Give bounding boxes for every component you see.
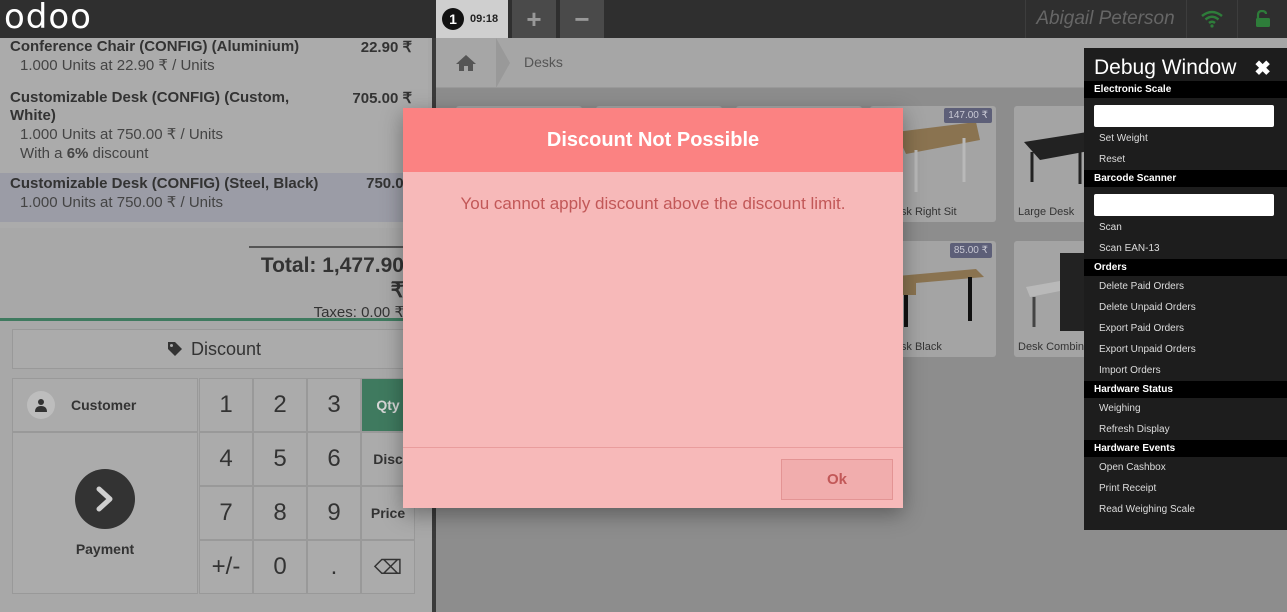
close-icon[interactable]: ✖: [1254, 56, 1271, 81]
discount-prefix: With a: [20, 145, 67, 162]
numpad-key-7[interactable]: 7: [199, 486, 253, 540]
summary-divider: [0, 318, 404, 321]
orderline[interactable]: Conference Chair (CONFIG) (Aluminium) 22…: [0, 38, 428, 75]
chevron-right-icon: [75, 469, 135, 529]
numpad-key-3[interactable]: 3: [307, 378, 361, 432]
order-time: 09:18: [470, 13, 499, 25]
discount-value: 6%: [66, 145, 89, 162]
section-hardware-events: Hardware Events: [1084, 440, 1287, 457]
order-total: Total: 1,477.90 ₹: [260, 254, 404, 302]
orderline-product-name: Conference Chair (CONFIG) (Aluminium): [10, 38, 300, 55]
order-tab[interactable]: 1 09:18: [436, 0, 508, 38]
cashier-name[interactable]: Abigail Peterson: [1025, 0, 1185, 38]
numpad-key-5[interactable]: 5: [253, 432, 307, 486]
numpad-key-9[interactable]: 9: [307, 486, 361, 540]
delete-paid-orders-link[interactable]: Delete Paid Orders: [1099, 281, 1184, 292]
export-paid-orders-link[interactable]: Export Paid Orders: [1099, 323, 1184, 334]
section-barcode-scanner: Barcode Scanner: [1084, 170, 1287, 187]
home-icon[interactable]: [436, 38, 496, 88]
numpad-key-0[interactable]: 0: [253, 540, 307, 594]
scan-link[interactable]: Scan: [1099, 222, 1122, 233]
export-unpaid-orders-link[interactable]: Export Unpaid Orders: [1099, 344, 1196, 355]
tag-icon: [167, 342, 182, 356]
dialog-footer: Ok: [403, 447, 903, 508]
numpad-key-6[interactable]: 6: [307, 432, 361, 486]
numpad-key-1[interactable]: 1: [199, 378, 253, 432]
wifi-icon[interactable]: [1186, 0, 1236, 38]
section-electronic-scale: Electronic Scale: [1084, 81, 1287, 98]
section-hardware-status: Hardware Status: [1084, 381, 1287, 398]
orderline-product-name: Customizable Desk (CONFIG) (Custom, Whit…: [10, 89, 290, 124]
orderline-info: 1.000 Units at 22.90 ₹ / Units: [20, 57, 215, 74]
read-weighing-scale-link[interactable]: Read Weighing Scale: [1099, 504, 1195, 515]
discount-suffix: discount: [88, 145, 149, 162]
set-weight-link[interactable]: Set Weight: [1099, 133, 1148, 144]
order-number-badge: 1: [442, 8, 464, 30]
dialog-message: You cannot apply discount above the disc…: [460, 194, 846, 213]
order-summary: Total: 1,477.90 ₹ Taxes: 0.00 ₹: [249, 246, 404, 321]
section-orders: Orders: [1084, 259, 1287, 276]
dialog-title: Discount Not Possible: [403, 108, 903, 172]
discount-label: Discount: [190, 338, 262, 359]
debug-window-title: Debug Window: [1094, 56, 1237, 79]
orderline[interactable]: Customizable Desk (CONFIG) (Custom, Whit…: [0, 75, 428, 163]
customer-button[interactable]: Customer: [12, 378, 198, 432]
print-receipt-link[interactable]: Print Receipt: [1099, 483, 1156, 494]
weighing-status-link[interactable]: Weighing: [1099, 403, 1141, 414]
lock-icon[interactable]: [1237, 0, 1287, 38]
orderline-price: 22.90 ₹: [360, 39, 412, 56]
top-bar: odoo 1 09:18 + − Abigail Peterson: [0, 0, 1287, 38]
payment-label: Payment: [75, 541, 135, 557]
orderline-product-name: Customizable Desk (CONFIG) (Steel, Black…: [10, 175, 319, 192]
customer-label: Customer: [71, 397, 137, 413]
product-price: 147.00 ₹: [944, 108, 992, 123]
discount-button[interactable]: Discount: [12, 329, 416, 369]
orderline-selected[interactable]: Customizable Desk (CONFIG) (Steel, Black…: [0, 173, 428, 222]
orderline-info: 1.000 Units at 750.00 ₹ / Units: [20, 126, 223, 143]
ok-button[interactable]: Ok: [781, 459, 893, 500]
orderline-info: 1.000 Units at 750.00 ₹ / Units: [20, 194, 223, 211]
breadcrumb-category[interactable]: Desks: [524, 54, 563, 70]
order-panel: Conference Chair (CONFIG) (Aluminium) 22…: [0, 38, 432, 612]
barcode-input[interactable]: [1094, 194, 1274, 216]
backspace-icon[interactable]: ⌫: [361, 540, 415, 594]
reset-link[interactable]: Reset: [1099, 154, 1125, 165]
refresh-display-link[interactable]: Refresh Display: [1099, 424, 1170, 435]
add-order-button[interactable]: +: [512, 0, 556, 38]
user-icon: [27, 391, 55, 419]
numpad-key-2[interactable]: 2: [253, 378, 307, 432]
orderline-price: 705.00 ₹: [352, 90, 412, 107]
odoo-logo: odoo: [4, 0, 92, 37]
debug-window: Debug Window ✖ Electronic Scale Set Weig…: [1084, 48, 1287, 530]
open-cashbox-link[interactable]: Open Cashbox: [1099, 462, 1166, 473]
import-orders-link[interactable]: Import Orders: [1099, 365, 1161, 376]
orderlines-list: Conference Chair (CONFIG) (Aluminium) 22…: [0, 38, 428, 228]
remove-order-button[interactable]: −: [560, 0, 604, 38]
scan-ean13-link[interactable]: Scan EAN-13: [1099, 243, 1160, 254]
numpad-key-dot[interactable]: .: [307, 540, 361, 594]
numpad: 1 2 3 Qty 4 5 6 Disc 7 8 9 Price +/- 0 .…: [199, 378, 417, 594]
delete-unpaid-orders-link[interactable]: Delete Unpaid Orders: [1099, 302, 1196, 313]
product-price: 85.00 ₹: [949, 243, 992, 258]
breadcrumb-separator: [496, 38, 510, 88]
numpad-key-4[interactable]: 4: [199, 432, 253, 486]
weight-input[interactable]: [1094, 105, 1274, 127]
payment-button[interactable]: Payment: [12, 432, 198, 594]
numpad-key-plusminus[interactable]: +/-: [199, 540, 253, 594]
discount-error-dialog: Discount Not Possible You cannot apply d…: [403, 108, 903, 508]
orderline-discount: With a 6% discount: [10, 144, 418, 163]
numpad-key-8[interactable]: 8: [253, 486, 307, 540]
